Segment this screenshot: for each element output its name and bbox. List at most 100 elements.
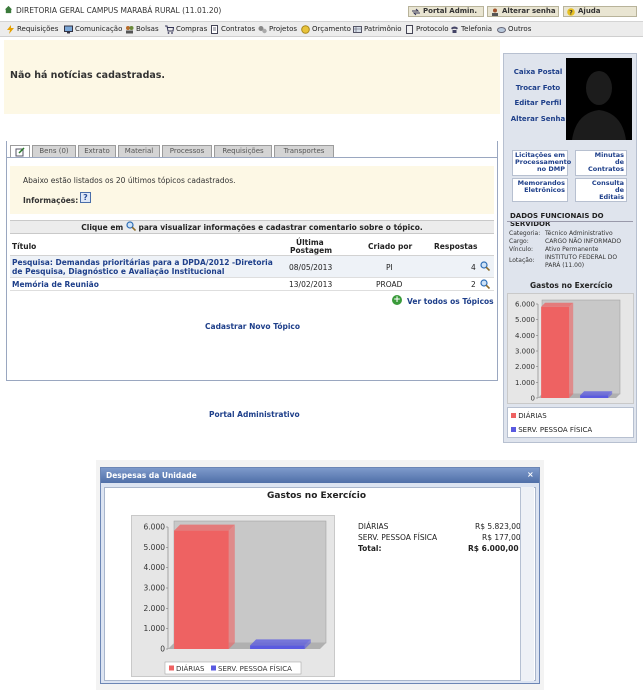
new-topic-link[interactable]: Cadastrar Novo Tópico [205, 322, 300, 331]
bar-top [541, 302, 574, 307]
help-button[interactable]: ? Ajuda [563, 6, 637, 17]
portal-admin-link[interactable]: Portal Administrativo [209, 410, 300, 419]
forum-info-box [10, 166, 494, 214]
col-title: Título [12, 242, 37, 251]
menu-telefonia[interactable]: Telefonia [450, 25, 492, 33]
topic-title-cont[interactable]: de Pesquisa, Diagnóstico e Avaliação Ins… [12, 267, 224, 276]
dialog-chart: 0 1.000 2.000 3.000 4.000 5.000 6.000 DIÁRIAS SE… [131, 515, 335, 677]
y-tick-label: 3.000 [144, 584, 166, 593]
menu-contratos[interactable]: Contratos [210, 25, 255, 34]
col-last-post-2: Postagem [290, 246, 333, 255]
tab-forum[interactable] [10, 145, 30, 157]
topic-author: PROAD [376, 280, 403, 289]
col-replies: Respostas [434, 242, 478, 251]
bar [580, 395, 609, 398]
memorandos-shortcut[interactable]: Memorandos Eletrônicos [512, 178, 568, 202]
tab-transportes[interactable]: Transportes [274, 145, 334, 157]
menu-patrimonio[interactable]: Patrimônio [353, 25, 402, 33]
change-password-button[interactable]: Alterar senha [487, 6, 559, 17]
topic-title[interactable]: Memória de Reunião [12, 280, 99, 289]
bar-side [228, 524, 235, 649]
menu-projetos[interactable]: Projetos [258, 25, 297, 34]
dialog-scrollbar[interactable] [520, 487, 534, 681]
minutas-shortcut[interactable]: Minutas de Contratos [575, 150, 627, 176]
menu-outros[interactable]: Outros [497, 25, 531, 33]
y-tick-label: 4.000 [144, 563, 166, 572]
forum-intro: Abaixo estão listados os 20 últimos tópi… [23, 176, 236, 185]
change-password-link[interactable]: Alterar Senha [508, 115, 568, 123]
main-menu: Requisições Comunicação Bolsas Compras C… [0, 21, 643, 37]
tab-material[interactable]: Material [118, 145, 160, 157]
bar [174, 530, 229, 649]
menu-orcamento[interactable]: Orçamento [301, 25, 351, 34]
bar-top [250, 639, 311, 646]
bar-side [569, 302, 574, 398]
tab-extrato[interactable]: Extrato [78, 145, 116, 157]
legend-label: DIÁRIAS [176, 664, 205, 673]
topic-date: 08/05/2013 [289, 263, 333, 272]
page-icon [406, 25, 413, 34]
legend-swatch [211, 665, 216, 671]
topic-title[interactable]: Pesquisa: Demandas prioritárias para a D… [12, 258, 273, 267]
y-tick-label: 2.000 [515, 363, 535, 371]
unit-name: DIRETORIA GERAL CAMPUS MARABÁ RURAL (11.… [16, 6, 222, 15]
pencil-icon [15, 147, 25, 157]
monitor-icon [64, 25, 73, 34]
coins-icon [301, 25, 310, 34]
tab-bens[interactable]: Bens (0) [32, 145, 76, 157]
legend-swatch [511, 427, 516, 432]
edit-profile-link[interactable]: Editar Perfil [508, 99, 568, 107]
y-tick-label: 6.000 [144, 523, 166, 532]
help-icon: ? [567, 8, 575, 16]
menu-requisicoes[interactable]: Requisições [6, 25, 58, 34]
gears-icon [258, 26, 267, 34]
topic-date: 13/02/2013 [289, 280, 333, 289]
licitacoes-shortcut[interactable]: Licitações em Processamento no DMP [512, 150, 571, 176]
legend-swatch [511, 413, 516, 418]
chart-legend: DIÁRIAS SERV. PESSOA FÍSICA [164, 661, 302, 675]
sidebar-chart: 0 1.000 2.000 3.000 4.000 5.000 6.000 [507, 293, 634, 404]
menu-protocolo[interactable]: Protocolo [405, 25, 449, 34]
portal-admin-button[interactable]: Portal Admin. [408, 6, 484, 17]
y-tick-label: 0 [160, 645, 165, 654]
dialog-chart-title: Gastos no Exercício [267, 491, 367, 501]
avatar[interactable] [566, 58, 632, 140]
bar-top [580, 391, 613, 396]
menu-bolsas[interactable]: Bolsas [125, 25, 159, 34]
see-all-topics-link[interactable]: Ver todos os Tópicos [407, 297, 494, 306]
y-tick-label: 5.000 [144, 543, 166, 552]
tab-requisicoes[interactable]: Requisições [214, 145, 272, 157]
change-photo-link[interactable]: Trocar Foto [508, 84, 568, 92]
y-tick-label: 1.000 [144, 624, 166, 633]
click-instruction: Clique em para visualizar informações e … [10, 220, 494, 234]
employee-data-title: DADOS FUNCIONAIS DO SERVIDOR [510, 212, 604, 228]
dialog-title: Despesas da Unidade [101, 468, 539, 483]
menu-compras[interactable]: Compras [165, 25, 207, 34]
tab-processos[interactable]: Processos [162, 145, 212, 157]
mailbox-link[interactable]: Caixa Postal [508, 68, 568, 76]
topics-table-header: Título Última Postagem Criado por Respos… [10, 236, 494, 256]
topic-replies: 4 [471, 263, 476, 272]
y-tick-label: 5.000 [515, 316, 535, 324]
add-icon[interactable]: + [392, 295, 402, 305]
y-tick-label: 1.000 [515, 379, 535, 387]
home-icon [4, 5, 13, 14]
bolt-icon [7, 25, 14, 34]
divider [507, 221, 633, 222]
editais-shortcut[interactable]: Consulta de Editais [575, 178, 627, 202]
close-icon[interactable]: × [527, 470, 534, 479]
bar-top [174, 524, 235, 531]
news-empty-text: Não há notícias cadastradas. [10, 70, 166, 81]
help-icon[interactable]: ? [80, 192, 91, 203]
table-icon [353, 26, 362, 33]
magnifier-icon[interactable] [480, 261, 490, 271]
table-row[interactable]: Memória de Reunião 13/02/2013 PROAD 2 [10, 278, 494, 291]
magnifier-icon[interactable] [480, 279, 490, 289]
document-icon [211, 25, 218, 34]
bar [541, 306, 570, 398]
y-tick-label: 4.000 [515, 332, 535, 340]
table-row[interactable]: Pesquisa: Demandas prioritárias para a D… [10, 256, 494, 278]
menu-comunicacao[interactable]: Comunicação [64, 25, 122, 34]
svg-text:?: ? [569, 10, 573, 17]
user-icon [492, 8, 498, 16]
